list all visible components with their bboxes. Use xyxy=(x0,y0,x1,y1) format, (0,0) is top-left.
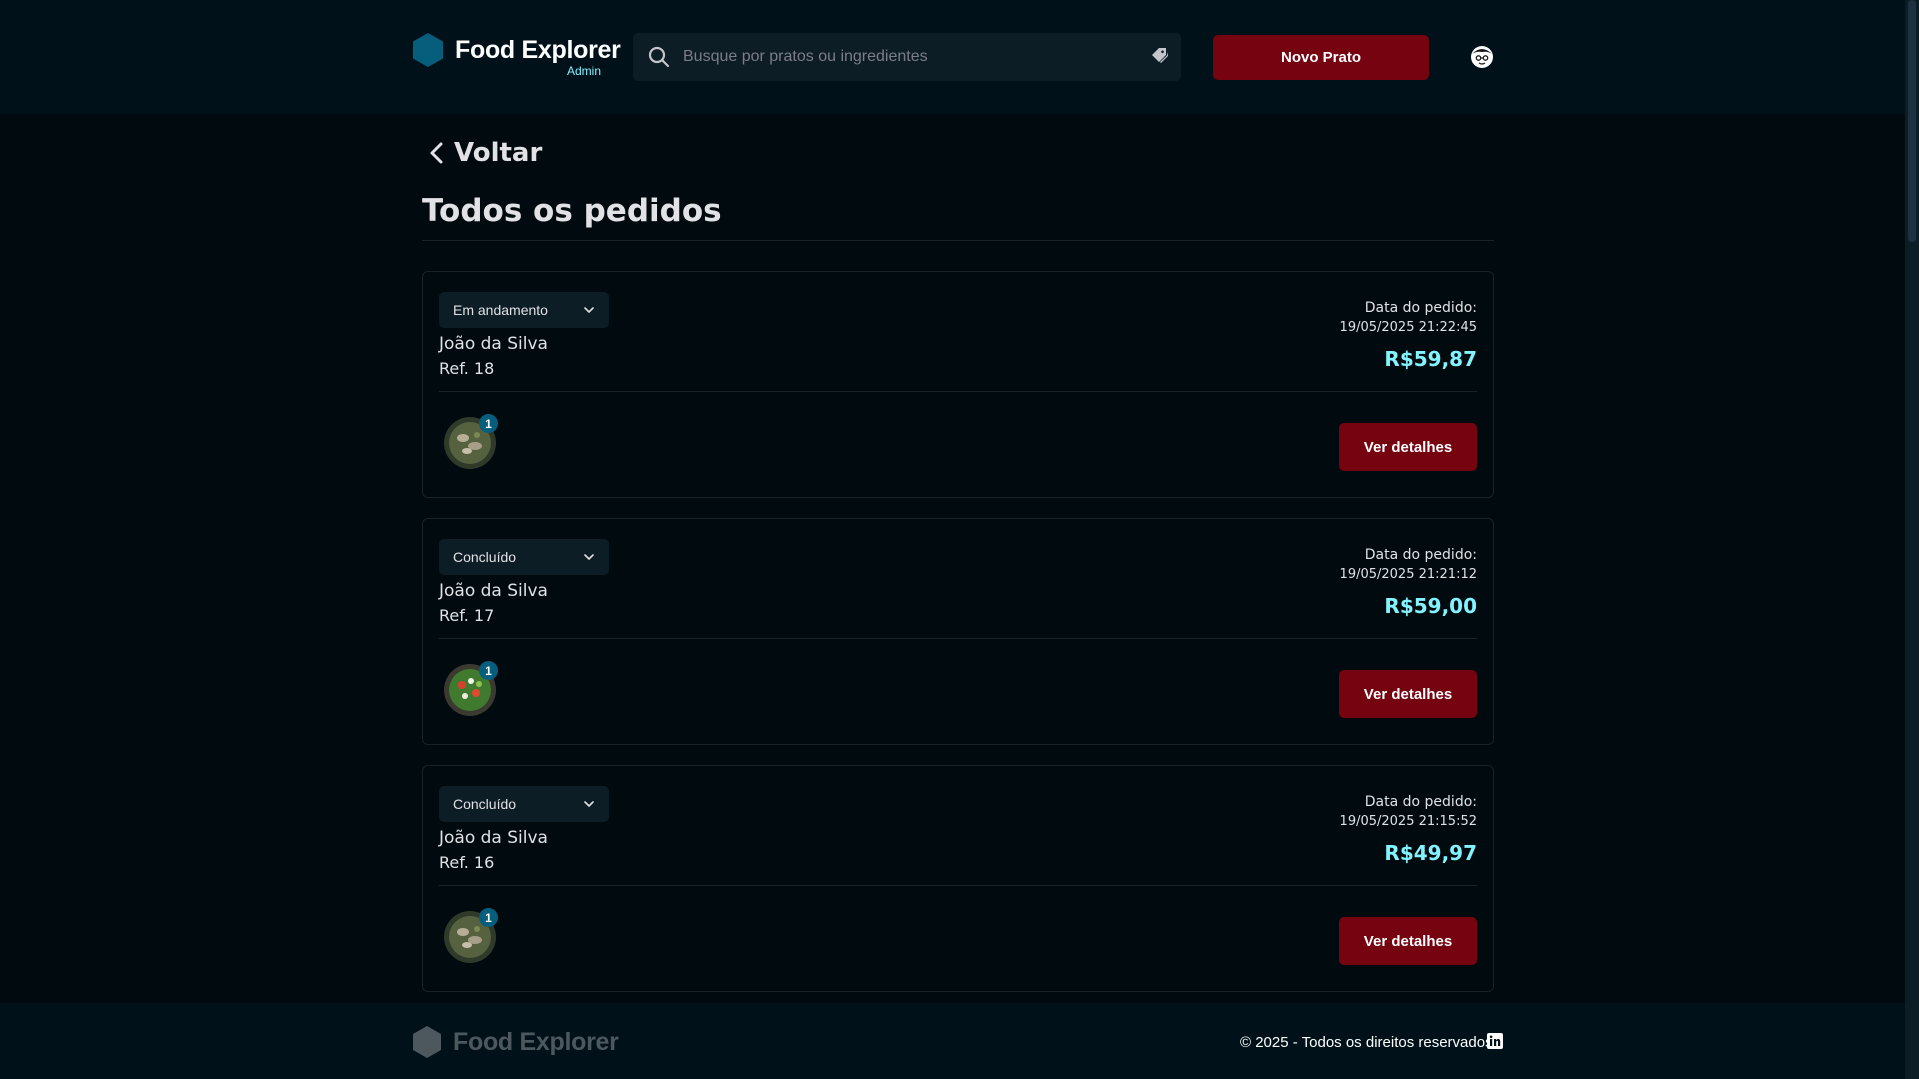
logo-hexagon-icon xyxy=(413,1026,441,1058)
search-bar[interactable] xyxy=(633,33,1181,81)
customer-name: João da Silva xyxy=(439,828,548,848)
back-label: Voltar xyxy=(454,138,543,168)
footer-brand-title: Food Explorer xyxy=(453,1027,619,1056)
order-total: R$49,97 xyxy=(1384,841,1477,865)
copyright-text: © 2025 - Todos os direitos reservados. xyxy=(1240,1034,1497,1051)
search-icon xyxy=(648,46,670,68)
avatar-icon[interactable] xyxy=(1468,43,1496,71)
order-total: R$59,87 xyxy=(1384,347,1477,371)
new-dish-button[interactable]: Novo Prato xyxy=(1213,35,1429,80)
order-ref: Ref. 18 xyxy=(439,359,495,378)
item-count-badge: 1 xyxy=(479,414,498,433)
footer-brand: Food Explorer xyxy=(413,1026,619,1058)
order-ref: Ref. 17 xyxy=(439,606,495,625)
brand-logo[interactable]: Food Explorer xyxy=(413,33,621,67)
date-label: Data do pedido: xyxy=(1364,300,1477,316)
view-details-button[interactable]: Ver detalhes xyxy=(1339,670,1477,718)
item-count-badge: 1 xyxy=(479,661,498,680)
scrollbar-thumb[interactable] xyxy=(1908,0,1916,242)
footer: Food Explorer © 2025 - Todos os direitos… xyxy=(0,1003,1919,1079)
status-select[interactable]: Em andamento xyxy=(439,292,609,328)
status-select[interactable]: Concluído xyxy=(439,786,609,822)
status-value: Concluído xyxy=(453,796,517,812)
status-value: Concluído xyxy=(453,549,517,565)
customer-name: João da Silva xyxy=(439,581,548,601)
page-scrollbar[interactable] xyxy=(1905,0,1919,1079)
admin-label: Admin xyxy=(567,64,602,78)
view-details-button[interactable]: Ver detalhes xyxy=(1339,917,1477,965)
order-card: Concluído João da Silva Ref. 17 Data do … xyxy=(422,518,1494,745)
chevron-down-icon xyxy=(584,554,594,561)
order-card: Concluído João da Silva Ref. 16 Data do … xyxy=(422,765,1494,992)
card-divider xyxy=(439,391,1477,392)
order-date: 19/05/2025 21:22:45 xyxy=(1339,320,1477,335)
chevron-left-icon xyxy=(430,142,443,164)
title-divider xyxy=(422,240,1494,241)
page-title: Todos os pedidos xyxy=(422,193,722,229)
linkedin-icon[interactable] xyxy=(1487,1033,1503,1049)
date-label: Data do pedido: xyxy=(1364,794,1477,810)
order-date: 19/05/2025 21:21:12 xyxy=(1339,567,1477,582)
brand-title: Food Explorer xyxy=(455,35,621,64)
search-input[interactable] xyxy=(683,33,1123,81)
order-date: 19/05/2025 21:15:52 xyxy=(1339,814,1477,829)
view-details-button[interactable]: Ver detalhes xyxy=(1339,423,1477,471)
item-count-badge: 1 xyxy=(479,908,498,927)
header: Food Explorer Admin Novo Prato xyxy=(0,0,1919,114)
customer-name: João da Silva xyxy=(439,334,548,354)
order-total: R$59,00 xyxy=(1384,594,1477,618)
chevron-down-icon xyxy=(584,307,594,314)
card-divider xyxy=(439,638,1477,639)
logo-hexagon-icon xyxy=(413,33,443,67)
back-link[interactable]: Voltar xyxy=(426,138,542,168)
status-value: Em andamento xyxy=(453,302,548,318)
chevron-down-icon xyxy=(584,801,594,808)
card-divider xyxy=(439,885,1477,886)
order-card: Em andamento João da Silva Ref. 18 Data … xyxy=(422,271,1494,498)
order-ref: Ref. 16 xyxy=(439,853,495,872)
tag-icon[interactable] xyxy=(1150,46,1170,66)
date-label: Data do pedido: xyxy=(1364,547,1477,563)
status-select[interactable]: Concluído xyxy=(439,539,609,575)
